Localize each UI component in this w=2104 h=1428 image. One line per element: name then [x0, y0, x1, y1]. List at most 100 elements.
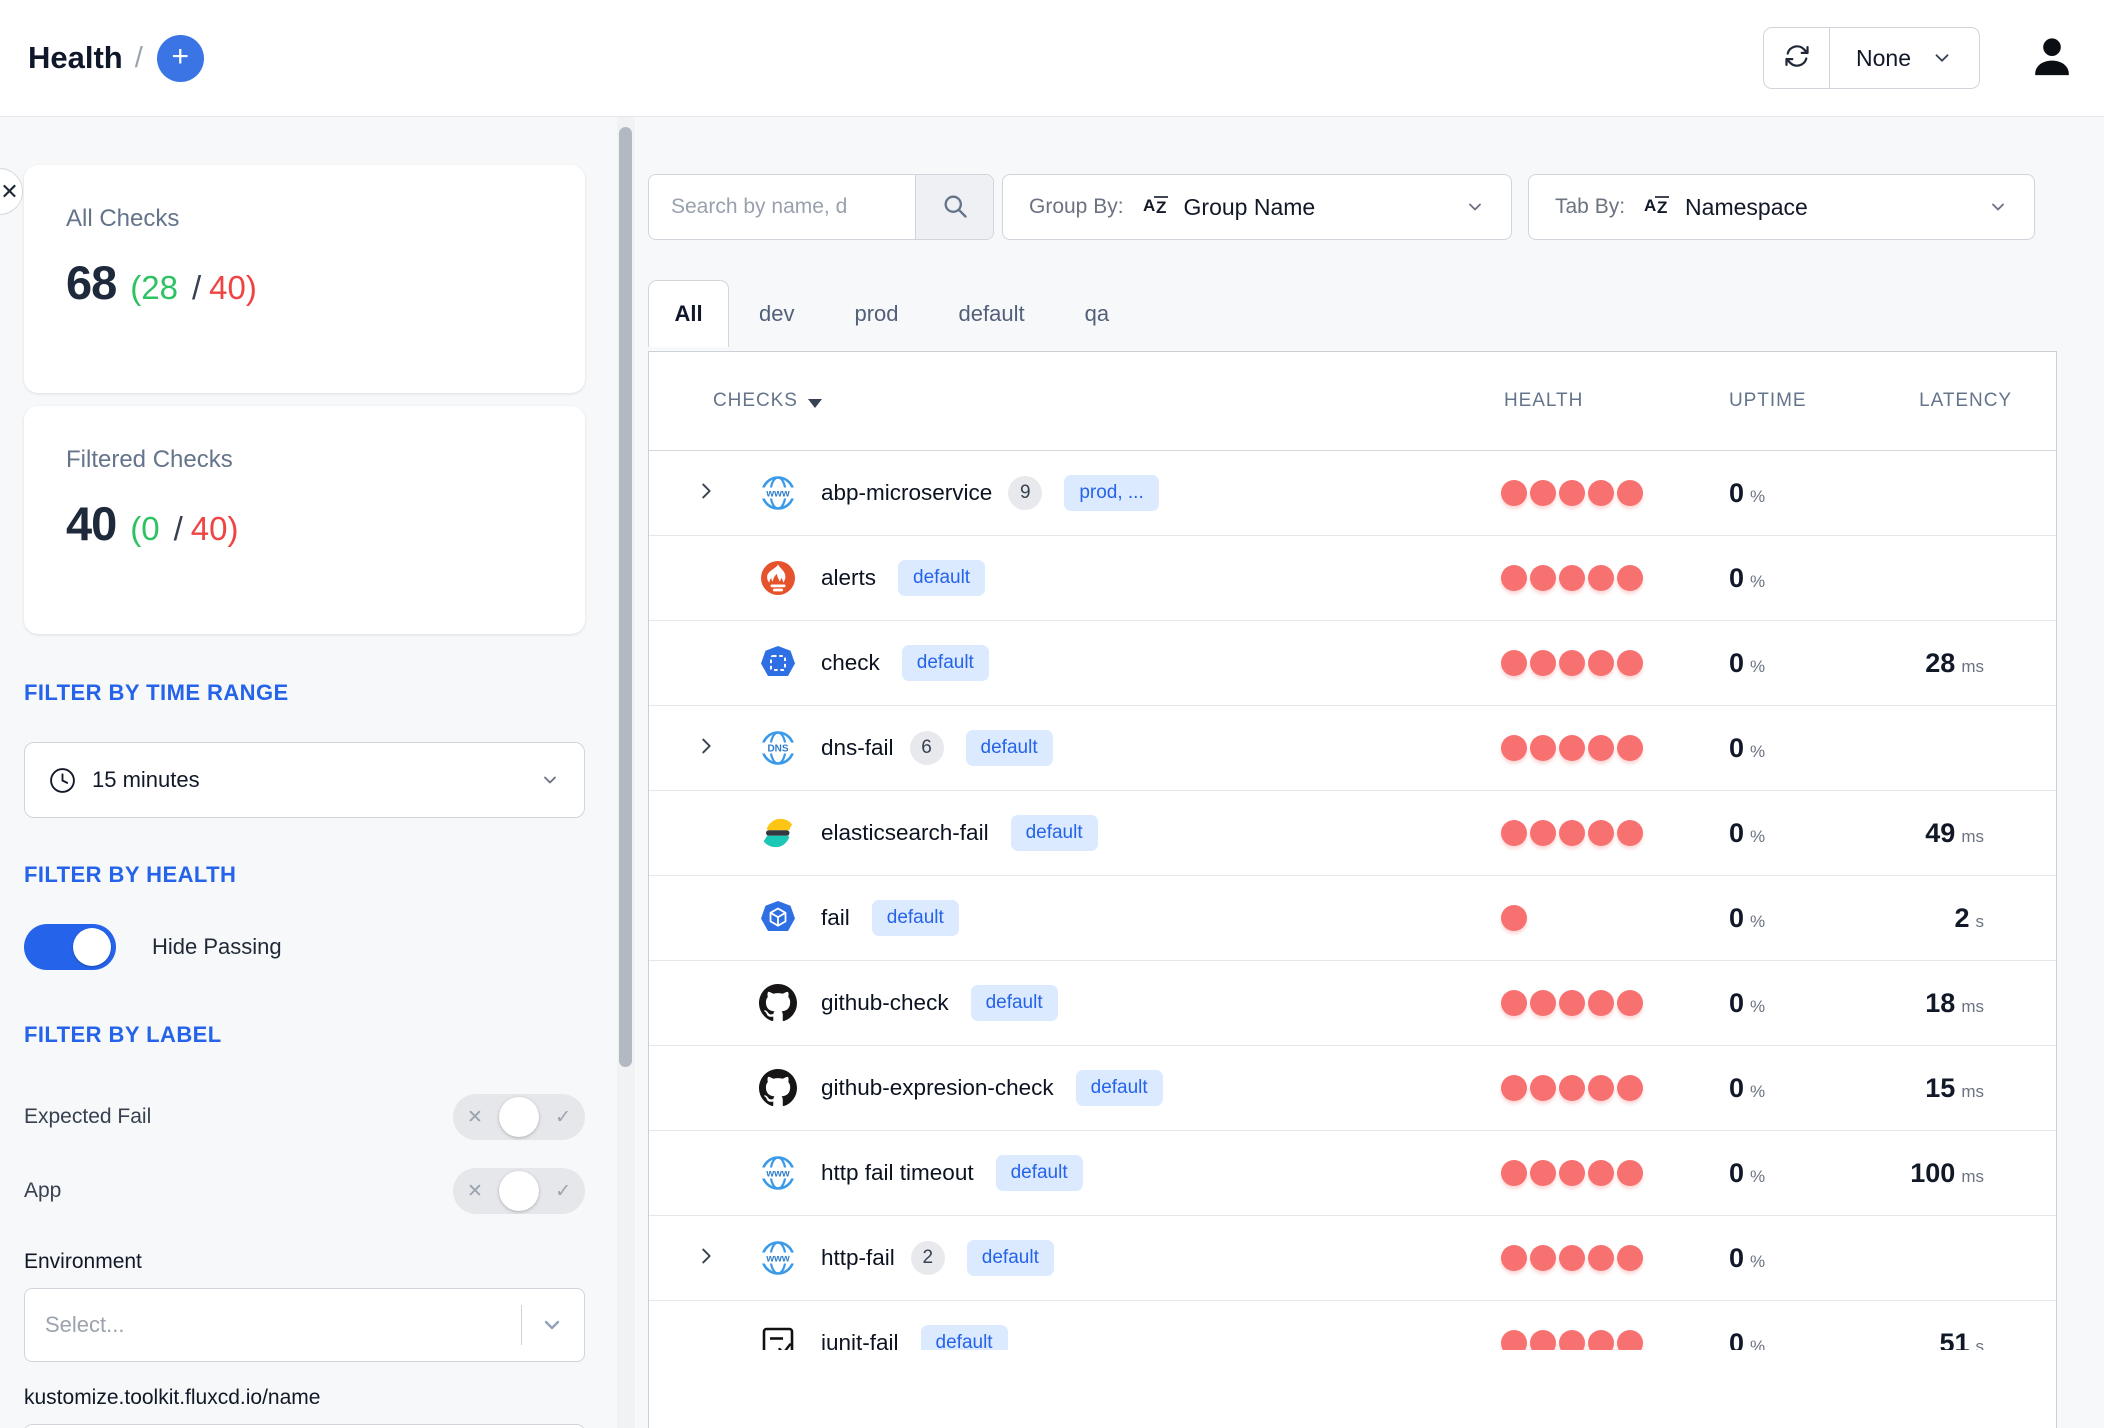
svg-text:Z: Z	[1156, 198, 1166, 217]
search-button[interactable]	[915, 175, 993, 239]
check-count-badge: 9	[1008, 476, 1042, 510]
elasticsearch-icon	[759, 814, 797, 852]
health-dot-unhealthy	[1530, 1075, 1556, 1101]
latency-unit: ms	[1961, 657, 1984, 677]
prometheus-icon	[759, 559, 797, 597]
environment-select[interactable]: Select...	[24, 1288, 585, 1362]
table-row[interactable]: github-check default 0 % 18 ms	[649, 961, 2056, 1046]
table-row[interactable]: fail default 0 % 2 s	[649, 876, 2056, 961]
kustomize-name-select[interactable]: Select...	[24, 1424, 585, 1428]
health-dot-unhealthy	[1588, 650, 1614, 676]
all-checks-label: All Checks	[66, 205, 543, 233]
uptime-unit: %	[1750, 997, 1765, 1017]
time-range-select[interactable]: 15 minutes	[24, 742, 585, 818]
expand-chevron-icon[interactable]	[695, 735, 717, 762]
scrollbar-thumb[interactable]	[619, 127, 632, 1067]
uptime-column-header[interactable]: UPTIME	[1729, 390, 1806, 412]
health-dots	[1501, 1160, 1643, 1186]
user-icon	[2029, 33, 2075, 84]
check-name[interactable]: elasticsearch-fail	[821, 820, 989, 846]
namespace-badge: default	[996, 1155, 1083, 1191]
main-panel: Group By: A Z Group Name Tab By:	[635, 117, 2104, 1428]
check-name[interactable]: http-fail	[821, 1245, 895, 1271]
hide-passing-toggle[interactable]	[24, 924, 116, 970]
filtered-checks-passing: (0	[130, 510, 159, 548]
health-dot-unhealthy	[1530, 1160, 1556, 1186]
tab-qa[interactable]: qa	[1055, 280, 1139, 347]
check-name[interactable]: github-expresion-check	[821, 1075, 1054, 1101]
table-row[interactable]: www http-fail 2 default 0 %	[649, 1216, 2056, 1301]
uptime-value: 0	[1729, 648, 1744, 679]
check-name[interactable]: dns-fail	[821, 735, 894, 761]
filter-time-range-heading: FILTER BY TIME RANGE	[24, 680, 585, 706]
check-name[interactable]: abp-microservice	[821, 480, 992, 506]
uptime-unit: %	[1750, 742, 1765, 762]
table-row[interactable]: github-expresion-check default 0 % 15 ms	[649, 1046, 2056, 1131]
health-dot-unhealthy	[1588, 1160, 1614, 1186]
check-name[interactable]: junit-fail	[821, 1330, 899, 1350]
health-dot-unhealthy	[1559, 820, 1585, 846]
health-dot-unhealthy	[1617, 565, 1643, 591]
table-row[interactable]: www http fail timeout default 0 % 100 ms	[649, 1131, 2056, 1216]
expected-fail-tri-toggle[interactable]: ✕ ✓	[453, 1094, 585, 1140]
latency-value: 15	[1925, 1073, 1955, 1104]
search-input[interactable]	[649, 175, 915, 239]
cube-hexagon-icon	[759, 899, 797, 937]
tab-all[interactable]: All	[648, 280, 729, 347]
uptime-value: 0	[1729, 478, 1744, 509]
table-row[interactable]: DNS dns-fail 6 default 0 %	[649, 706, 2056, 791]
expand-chevron-icon[interactable]	[695, 480, 717, 507]
health-dots	[1501, 1330, 1643, 1350]
check-name[interactable]: alerts	[821, 565, 876, 591]
add-check-button[interactable]: +	[157, 35, 204, 82]
health-dot-unhealthy	[1501, 735, 1527, 761]
namespace-badge: default	[1011, 815, 1098, 851]
sort-alpha-icon: A Z	[1142, 192, 1172, 223]
health-dots	[1501, 905, 1527, 931]
app-tri-toggle[interactable]: ✕ ✓	[453, 1168, 585, 1214]
github-icon	[759, 1069, 797, 1107]
tab-dev[interactable]: dev	[729, 280, 824, 347]
health-dot-unhealthy	[1617, 1330, 1643, 1350]
interval-dropdown[interactable]: None	[1830, 28, 1979, 88]
group-by-dropdown[interactable]: Group By: A Z Group Name	[1002, 174, 1512, 240]
health-dot-unhealthy	[1617, 820, 1643, 846]
health-dot-unhealthy	[1559, 565, 1585, 591]
health-dot-unhealthy	[1588, 735, 1614, 761]
table-row[interactable]: junit-fail default 0 % 51 s	[649, 1301, 2056, 1350]
svg-text:www: www	[765, 489, 790, 500]
table-row[interactable]: www abp-microservice 9 prod, ... 0 %	[649, 451, 2056, 536]
expand-chevron-icon[interactable]	[695, 1245, 717, 1272]
filtered-checks-label: Filtered Checks	[66, 446, 543, 474]
tab-by-dropdown[interactable]: Tab By: A Z Namespace	[1528, 174, 2035, 240]
latency-unit: ms	[1961, 997, 1984, 1017]
table-row[interactable]: check default 0 % 28 ms	[649, 621, 2056, 706]
latency-value: 100	[1910, 1158, 1955, 1189]
namespace-badge: prod, ...	[1064, 475, 1158, 511]
refresh-button[interactable]	[1764, 28, 1830, 88]
check-name[interactable]: github-check	[821, 990, 949, 1016]
chevron-down-icon	[540, 770, 560, 790]
tab-prod[interactable]: prod	[824, 280, 928, 347]
uptime-value: 0	[1729, 903, 1744, 934]
user-menu-button[interactable]	[2028, 34, 2076, 82]
tab-default[interactable]: default	[929, 280, 1055, 347]
health-column-header[interactable]: HEALTH	[1504, 390, 1583, 412]
table-row[interactable]: elasticsearch-fail default 0 % 49 ms	[649, 791, 2056, 876]
health-dot-unhealthy	[1588, 1245, 1614, 1271]
clock-icon	[49, 767, 76, 794]
check-name[interactable]: http fail timeout	[821, 1160, 974, 1186]
health-dots	[1501, 565, 1643, 591]
checks-column-header[interactable]: CHECKS	[713, 390, 798, 412]
check-name[interactable]: fail	[821, 905, 850, 931]
latency-column-header[interactable]: LATENCY	[1919, 390, 2012, 412]
main-scrollbar[interactable]	[617, 117, 635, 1428]
health-dot-unhealthy	[1559, 650, 1585, 676]
health-dot-unhealthy	[1559, 735, 1585, 761]
filtered-checks-total: 40	[66, 496, 116, 551]
check-name[interactable]: check	[821, 650, 880, 676]
health-dot-unhealthy	[1530, 1245, 1556, 1271]
namespace-tabs: Alldevproddefaultqa	[648, 280, 2057, 347]
table-row[interactable]: alerts default 0 %	[649, 536, 2056, 621]
refresh-interval-group: None	[1763, 27, 1980, 89]
